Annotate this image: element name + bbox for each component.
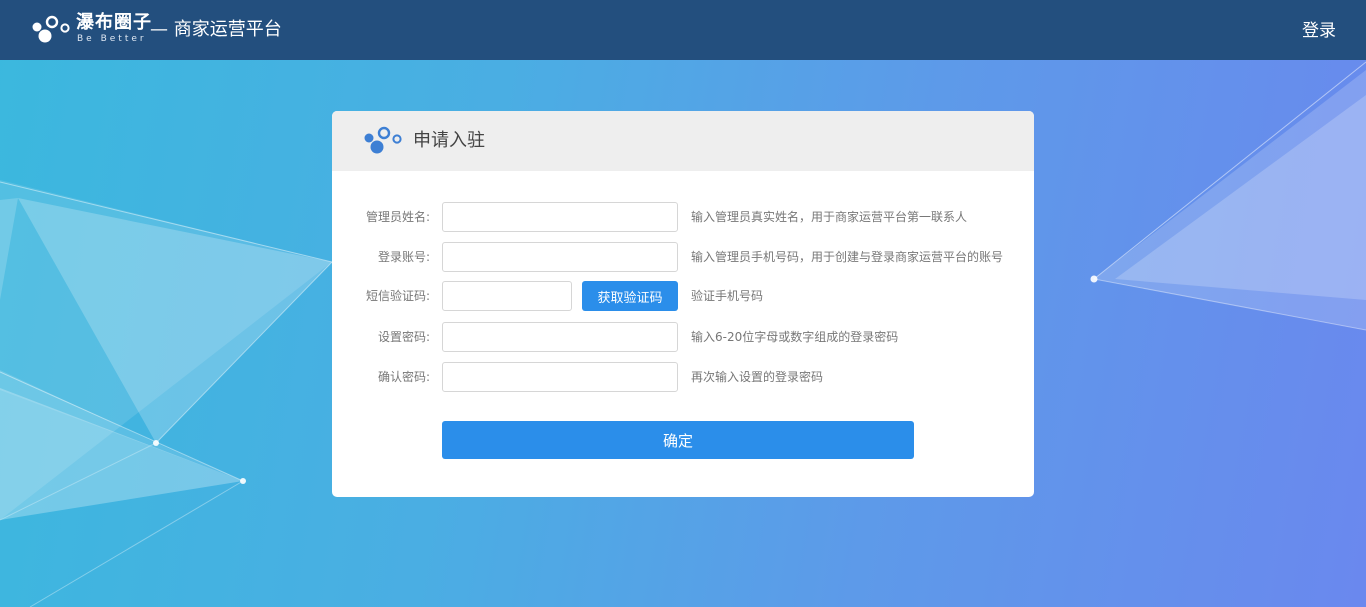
confirm-password-input[interactable] [442, 362, 678, 392]
set-password-input[interactable] [442, 322, 678, 352]
form-row-login-account: 登录账号: 输入管理员手机号码，用于创建与登录商家运营平台的账号 [332, 242, 1034, 272]
sms-code-hint: 验证手机号码 [691, 289, 764, 303]
login-link[interactable]: 登录 [1302, 20, 1336, 42]
login-account-hint: 输入管理员手机号码，用于创建与登录商家运营平台的账号 [691, 250, 1004, 264]
sms-code-input[interactable] [442, 281, 572, 311]
form-row-confirm-password: 确认密码: 再次输入设置的登录密码 [332, 362, 1034, 392]
apply-card: 申请入驻 管理员姓名: 输入管理员真实姓名，用于商家运营平台第一联系人 登录账号… [332, 111, 1034, 497]
admin-name-input[interactable] [442, 202, 678, 232]
card-title: 申请入驻 [413, 130, 485, 151]
login-account-input[interactable] [442, 242, 678, 272]
form-row-set-password: 设置密码: 输入6-20位字母或数字组成的登录密码 [332, 322, 1034, 352]
confirm-password-hint: 再次输入设置的登录密码 [691, 370, 824, 384]
brand-name: 瀑布圈子 [76, 12, 152, 33]
bubbles-logo-icon [32, 15, 70, 43]
form-row-admin-name: 管理员姓名: 输入管理员真实姓名，用于商家运营平台第一联系人 [332, 202, 1034, 232]
admin-name-label: 管理员姓名: [365, 210, 430, 224]
confirm-password-label: 确认密码: [377, 370, 430, 384]
submit-button[interactable]: 确定 [442, 421, 914, 459]
admin-name-hint: 输入管理员真实姓名，用于商家运营平台第一联系人 [691, 210, 968, 224]
brand-tagline: Be Better [77, 34, 147, 44]
sms-code-label: 短信验证码: [365, 289, 430, 303]
set-password-hint: 输入6-20位字母或数字组成的登录密码 [691, 330, 899, 344]
set-password-label: 设置密码: [377, 330, 430, 344]
platform-title: — 商家运营平台 [150, 19, 282, 40]
get-code-button[interactable]: 获取验证码 [582, 281, 678, 311]
bubbles-logo-icon [364, 126, 402, 154]
top-header: 瀑布圈子 Be Better — 商家运营平台 登录 [0, 0, 1366, 60]
form-row-sms-code: 短信验证码: 获取验证码 验证手机号码 [332, 281, 1034, 311]
card-header: 申请入驻 [332, 111, 1034, 171]
login-account-label: 登录账号: [377, 250, 430, 264]
